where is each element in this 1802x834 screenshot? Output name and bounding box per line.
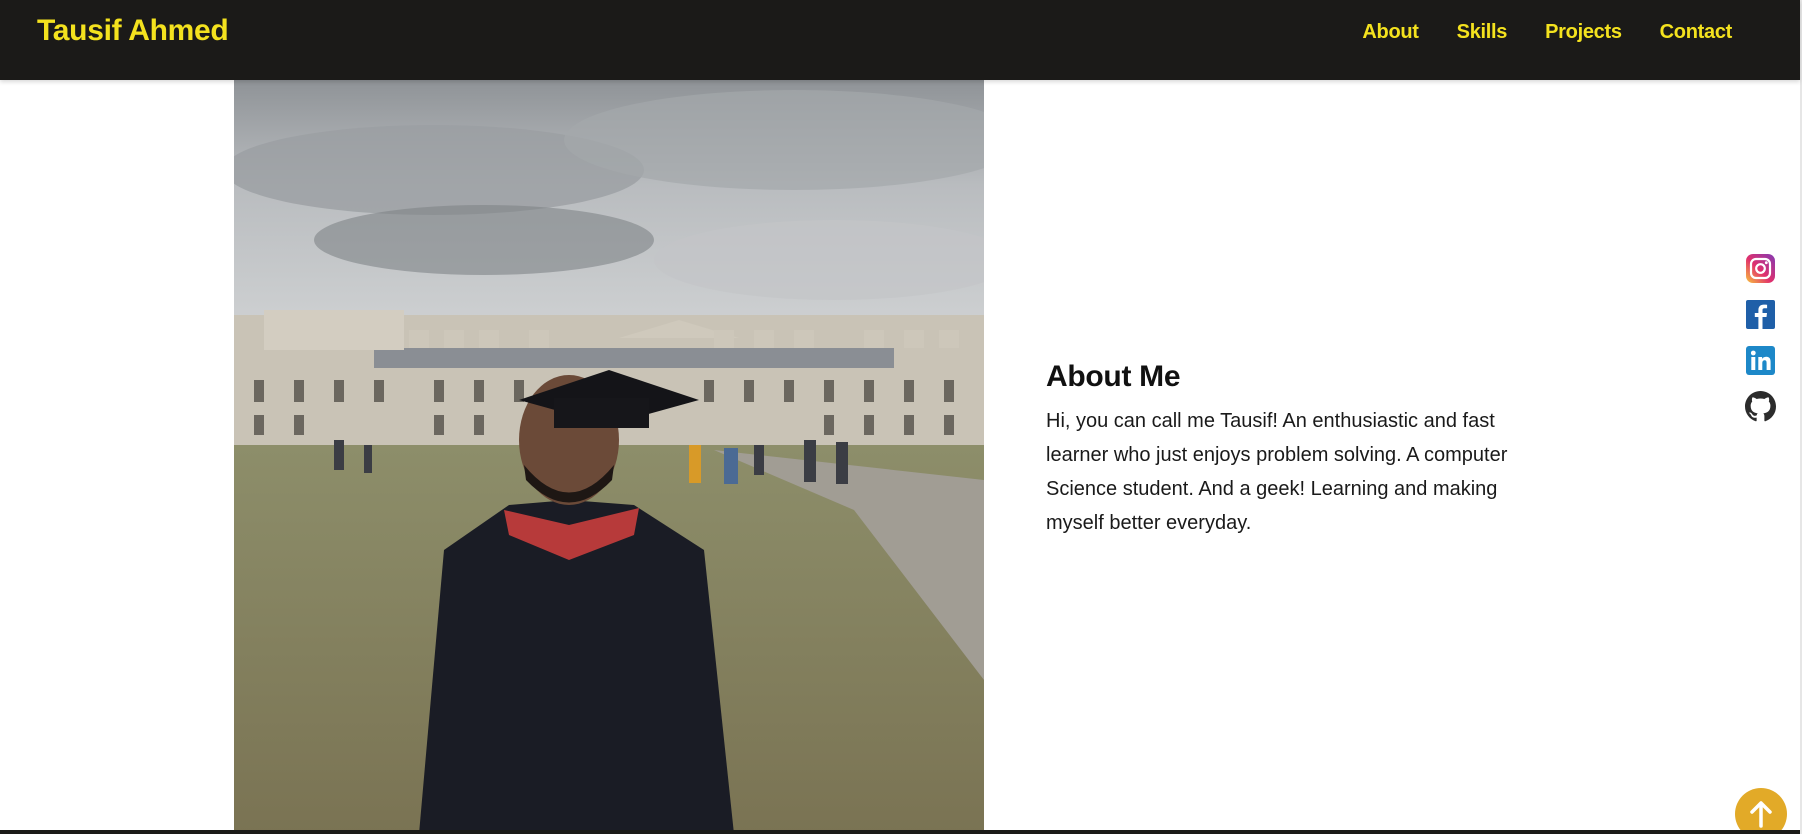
nav-about[interactable]: About bbox=[1362, 20, 1419, 44]
social-links bbox=[1745, 253, 1776, 422]
back-to-top-button[interactable] bbox=[1735, 788, 1787, 834]
brand-logo[interactable]: Tausif Ahmed bbox=[37, 14, 229, 48]
arrow-up-icon bbox=[1750, 801, 1772, 828]
nav-contact[interactable]: Contact bbox=[1660, 20, 1733, 44]
page-divider bbox=[0, 830, 1802, 834]
profile-photo bbox=[234, 80, 984, 834]
nav-projects[interactable]: Projects bbox=[1545, 20, 1622, 44]
about-description: Hi, you can call me Tausif! An enthusias… bbox=[1046, 410, 1508, 534]
linkedin-icon[interactable] bbox=[1745, 345, 1776, 376]
site-header: Tausif Ahmed About Skills Projects Conta… bbox=[0, 0, 1800, 80]
page: Tausif Ahmed About Skills Projects Conta… bbox=[0, 0, 1802, 834]
about-section: About Me Hi, you can call me Tausif! An … bbox=[1046, 360, 1526, 540]
instagram-icon[interactable] bbox=[1745, 253, 1776, 284]
main-nav: About Skills Projects Contact bbox=[1362, 20, 1732, 44]
github-icon[interactable] bbox=[1745, 391, 1776, 422]
nav-skills[interactable]: Skills bbox=[1457, 20, 1508, 44]
about-title: About Me bbox=[1046, 360, 1181, 393]
facebook-icon[interactable] bbox=[1745, 299, 1776, 330]
